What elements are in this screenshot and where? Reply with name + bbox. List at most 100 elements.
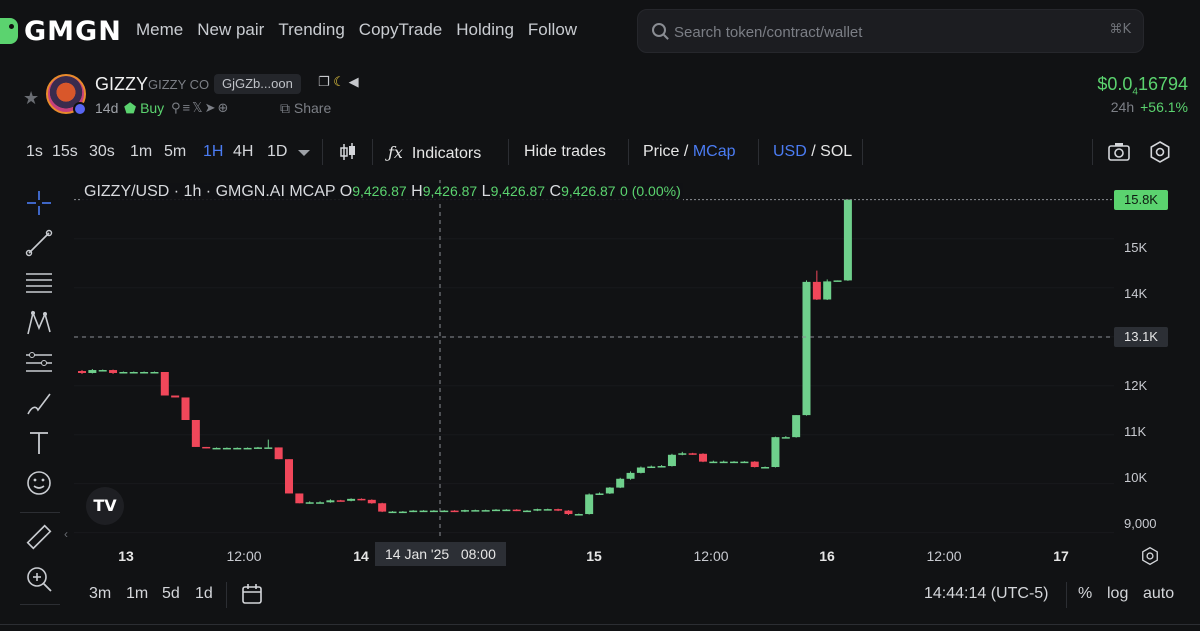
horizontal-lines-icon[interactable] [24, 268, 54, 298]
timeframe-4h[interactable]: 4H [233, 143, 253, 161]
candle-body[interactable] [761, 467, 770, 469]
telegram-icon[interactable]: ➤ [205, 100, 218, 115]
candle-body[interactable] [450, 510, 459, 513]
copy-icon[interactable]: ❐ [318, 74, 330, 89]
candle-body[interactable] [585, 494, 594, 515]
candle-body[interactable] [140, 372, 149, 374]
candle-body[interactable] [533, 509, 542, 511]
timeframe-5m[interactable]: 5m [164, 143, 186, 161]
timeframe-1s[interactable]: 1s [26, 143, 43, 161]
gmgn-logo[interactable]: GMGN [0, 14, 122, 48]
settings-gear-icon[interactable] [1148, 140, 1172, 164]
candle-body[interactable] [554, 509, 563, 511]
currency-toggle[interactable]: USD / SOL [773, 143, 852, 161]
percent-scale-toggle[interactable]: % [1078, 585, 1092, 603]
candle-body[interactable] [243, 447, 252, 450]
candle-body[interactable] [605, 487, 614, 494]
nav-trending[interactable]: Trending [278, 20, 344, 40]
candle-body[interactable] [367, 499, 376, 504]
candle-body[interactable] [295, 493, 304, 504]
candle-body[interactable] [481, 510, 490, 512]
candle-body[interactable] [316, 502, 325, 504]
nav-copytrade[interactable]: CopyTrade [359, 20, 442, 40]
chart-clock[interactable]: 14:44:14 (UTC-5) [924, 585, 1049, 603]
candle-body[interactable] [719, 461, 728, 464]
tradingview-logo[interactable]: TV [86, 487, 124, 525]
speaker-icon[interactable]: ◀ [349, 74, 359, 89]
candle-body[interactable] [740, 461, 749, 464]
buy-link[interactable]: ⬟ Buy [124, 100, 164, 117]
candle-body[interactable] [667, 454, 676, 467]
candle-body[interactable] [119, 372, 128, 374]
price-mcap-toggle[interactable]: Price / MCap [643, 143, 736, 161]
candle-body[interactable] [419, 510, 428, 513]
candle-body[interactable] [388, 511, 397, 514]
candle-body[interactable] [616, 478, 625, 488]
candle-body[interactable] [274, 447, 283, 460]
candle-body[interactable] [253, 447, 262, 449]
candle-body[interactable] [781, 437, 790, 439]
candlestick-type-icon[interactable] [336, 140, 360, 164]
candle-body[interactable] [750, 461, 759, 468]
candle-body[interactable] [160, 372, 169, 396]
share-button[interactable]: ⧉ Share [280, 100, 331, 117]
candle-body[interactable] [512, 509, 521, 512]
axis-settings-icon[interactable] [1140, 546, 1160, 566]
timeframe-30s[interactable]: 30s [89, 143, 115, 161]
candle-body[interactable] [699, 453, 707, 462]
date-range-calendar-icon[interactable] [240, 582, 264, 606]
range-1d[interactable]: 1d [195, 585, 213, 603]
candle-body[interactable] [191, 420, 200, 447]
candle-body[interactable] [129, 372, 138, 374]
nav-follow[interactable]: Follow [528, 20, 577, 40]
range-3m[interactable]: 3m [89, 585, 111, 603]
candle-body[interactable] [771, 437, 780, 468]
candle-body[interactable] [843, 199, 852, 281]
candle-body[interactable] [109, 370, 118, 373]
timeframe-15s[interactable]: 15s [52, 143, 78, 161]
candle-body[interactable] [357, 498, 366, 501]
emoji-icon[interactable] [24, 468, 54, 498]
candle-body[interactable] [88, 370, 97, 373]
text-tool-icon[interactable] [24, 428, 54, 458]
candle-body[interactable] [347, 498, 356, 501]
price-axis[interactable]: 15K 14K 12K 11K 10K 9,000 15.8K 13.1K [1114, 180, 1200, 540]
nav-new-pair[interactable]: New pair [197, 20, 264, 40]
range-1m[interactable]: 1m [126, 585, 148, 603]
timeframe-1m[interactable]: 1m [130, 143, 152, 161]
candle-body[interactable] [564, 510, 573, 515]
search-token-icon[interactable]: ⚲ [171, 100, 183, 115]
hide-trades-button[interactable]: Hide trades [524, 143, 606, 161]
nav-holding[interactable]: Holding [456, 20, 514, 40]
price-option[interactable]: Price [643, 143, 679, 160]
x-icon[interactable]: 𝕏 [192, 100, 204, 115]
candle-body[interactable] [471, 510, 480, 512]
candle-body[interactable] [460, 510, 469, 512]
candle-body[interactable] [440, 510, 449, 513]
candle-body[interactable] [709, 461, 718, 464]
time-axis[interactable]: 13 12:00 14 15 12:00 16 12:00 17 [74, 540, 1114, 570]
candle-body[interactable] [502, 509, 511, 512]
candle-body[interactable] [171, 395, 180, 398]
candle-body[interactable] [833, 280, 842, 282]
token-address[interactable]: GjGZb...oon [214, 74, 301, 94]
candle-body[interactable] [626, 472, 635, 479]
candle-body[interactable] [378, 503, 387, 512]
candle-body[interactable] [212, 447, 221, 450]
candle-body[interactable] [647, 466, 656, 469]
brush-icon[interactable] [24, 388, 54, 418]
pattern-tool-icon[interactable] [24, 308, 54, 338]
candle-body[interactable] [78, 371, 86, 373]
moon-icon[interactable]: ☾ [333, 74, 345, 89]
candle-body[interactable] [398, 511, 407, 514]
candle-body[interactable] [326, 500, 335, 503]
indicators-button[interactable]: ƒx Indicators [388, 143, 481, 163]
candle-body[interactable] [823, 281, 832, 300]
ruler-icon[interactable] [24, 522, 54, 552]
list-icon[interactable]: ≡ [183, 100, 193, 115]
mcap-option[interactable]: MCap [693, 143, 736, 160]
candle-body[interactable] [730, 461, 739, 464]
candle-body[interactable] [150, 372, 159, 374]
candle-body[interactable] [636, 467, 645, 473]
candle-body[interactable] [574, 514, 583, 516]
